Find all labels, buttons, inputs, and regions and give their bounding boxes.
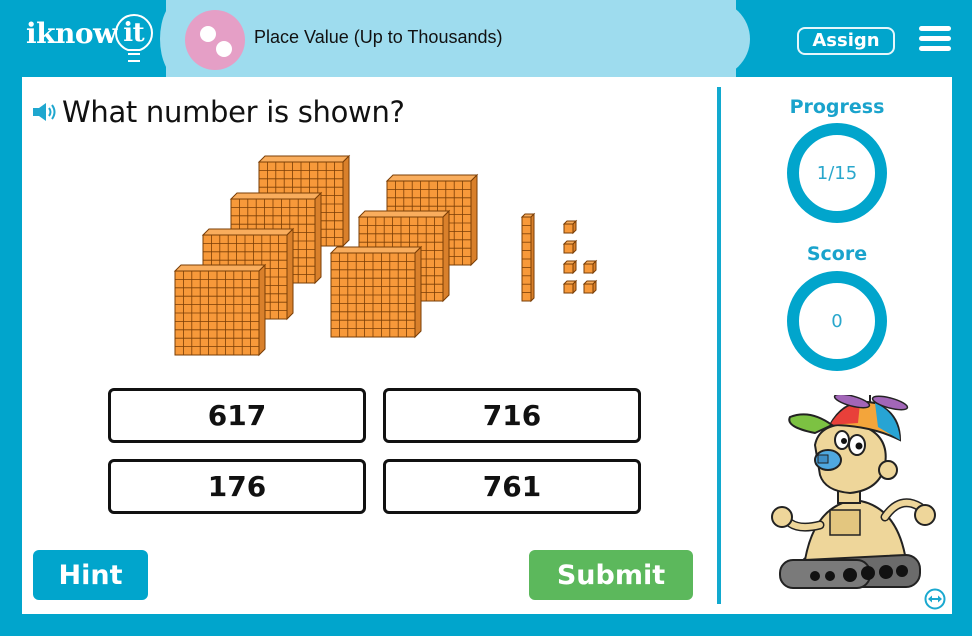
base-ten-blocks — [173, 154, 598, 357]
topic-title: Place Value (Up to Thousands) — [254, 27, 503, 47]
score-label: Score — [806, 243, 868, 265]
answer-option[interactable]: 617 — [108, 388, 366, 443]
topic-dot — [200, 26, 216, 42]
hamburger-menu-icon[interactable] — [919, 26, 951, 52]
question-text: What number is shown? — [62, 95, 405, 129]
speaker-icon[interactable] — [32, 102, 58, 122]
answer-option[interactable]: 761 — [383, 459, 641, 514]
ones-cube — [562, 239, 578, 255]
hint-button[interactable]: Hint — [33, 550, 148, 600]
swap-arrows-icon[interactable] — [924, 588, 946, 610]
topic-dot — [216, 41, 232, 57]
robot-mascot — [771, 395, 936, 589]
score-value: 0 — [831, 310, 843, 332]
hundreds-flat — [173, 263, 267, 357]
ones-cube — [582, 279, 598, 295]
tens-rod — [520, 212, 536, 303]
app-frame: iknow it Place Value (Up to Thousands) A… — [0, 0, 972, 636]
panel-divider — [717, 87, 721, 604]
progress-ring: 1/15 — [787, 123, 887, 223]
assign-button[interactable]: Assign — [797, 27, 895, 55]
main-content: What number is shown? 617 716 176 761 Hi… — [22, 77, 952, 614]
score-ring: 0 — [787, 271, 887, 371]
answer-option[interactable]: 176 — [108, 459, 366, 514]
answer-option[interactable]: 716 — [383, 388, 641, 443]
question-header: What number is shown? — [32, 95, 405, 129]
submit-button[interactable]: Submit — [529, 550, 693, 600]
topic-dots-icon — [185, 10, 245, 70]
ones-cube — [562, 279, 578, 295]
progress-label: Progress — [789, 96, 885, 118]
hundreds-flat — [329, 245, 423, 339]
ones-cube — [562, 219, 578, 235]
logo-text: iknow — [26, 16, 117, 50]
ones-cube — [582, 259, 598, 275]
logo-bulb-text: it — [123, 18, 145, 48]
iknowit-logo[interactable]: iknow it — [26, 14, 153, 62]
progress-value: 1/15 — [816, 162, 858, 184]
ones-cube — [562, 259, 578, 275]
lightbulb-icon: it — [114, 14, 153, 62]
